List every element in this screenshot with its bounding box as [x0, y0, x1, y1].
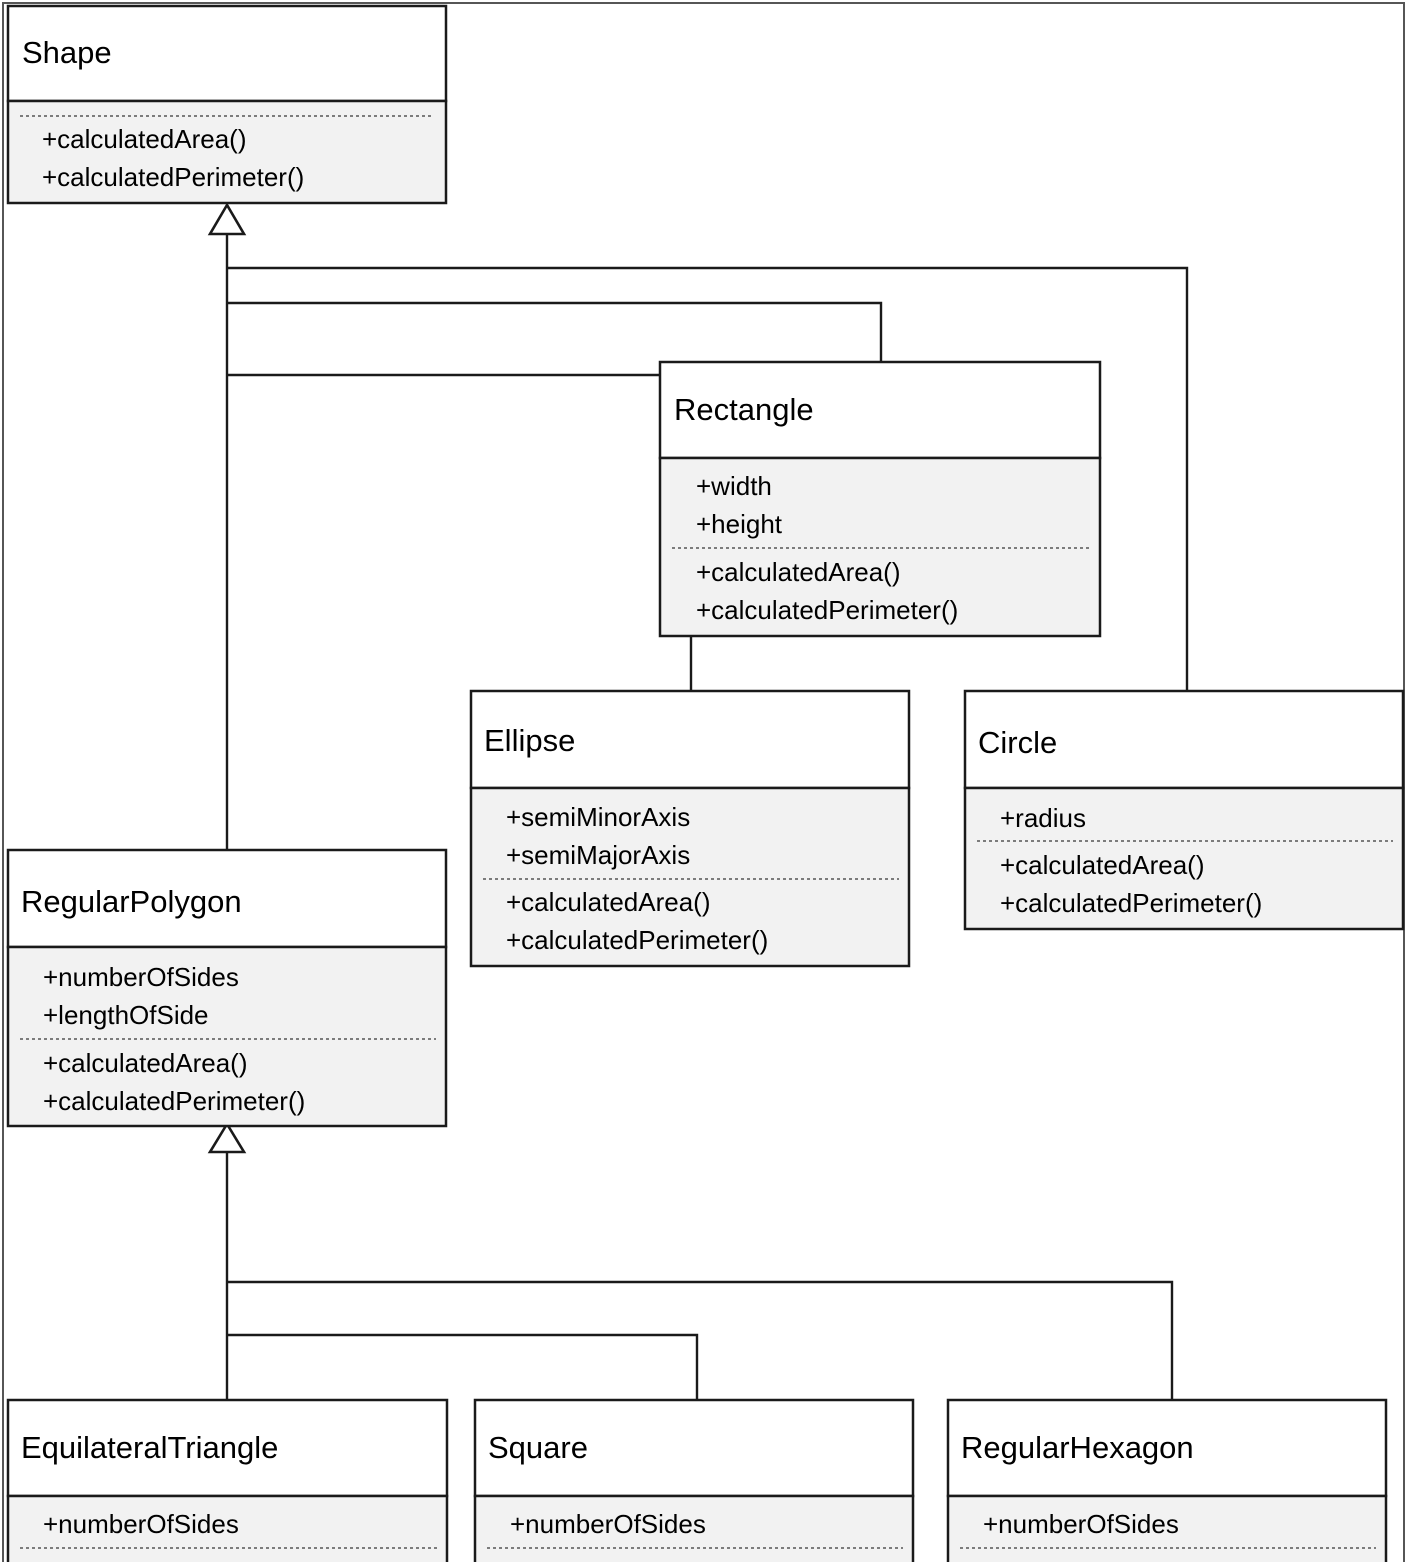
shape-class-name: Shape [22, 35, 112, 70]
class-box-square[interactable]: Square +numberOfSides [473, 1398, 915, 1562]
equilateraltriangle-attribute: +numberOfSides [43, 1509, 239, 1539]
shape-operation: +calculatedArea() [42, 124, 247, 154]
connector-regularpolygon-to-regularhexagon [227, 1280, 1174, 1400]
rectangle-class-name: Rectangle [674, 392, 814, 427]
generalization-arrowhead-shape [207, 202, 247, 236]
ellipse-attribute: +semiMinorAxis [506, 802, 690, 832]
regularpolygon-class-name: RegularPolygon [21, 884, 242, 919]
circle-class-name: Circle [978, 725, 1057, 760]
regularpolygon-operation: +calculatedPerimeter() [43, 1086, 305, 1116]
rectangle-attribute: +height [696, 509, 783, 539]
circle-operation: +calculatedArea() [1000, 850, 1205, 880]
class-box-regularpolygon[interactable]: RegularPolygon +numberOfSides +lengthOfS… [6, 848, 448, 1128]
circle-operation: +calculatedPerimeter() [1000, 888, 1262, 918]
connector-shape-to-rectangle [227, 301, 883, 362]
ellipse-class-name: Ellipse [484, 723, 575, 758]
regularpolygon-attribute: +numberOfSides [43, 962, 239, 992]
regularpolygon-operation: +calculatedArea() [43, 1048, 248, 1078]
circle-attribute: +radius [1000, 803, 1086, 833]
regularpolygon-attribute: +lengthOfSide [43, 1000, 209, 1030]
rectangle-operation: +calculatedArea() [696, 557, 901, 587]
rectangle-attribute: +width [696, 471, 772, 501]
shape-operation: +calculatedPerimeter() [42, 162, 304, 192]
regularhexagon-attribute: +numberOfSides [983, 1509, 1179, 1539]
equilateraltriangle-class-name: EquilateralTriangle [21, 1430, 278, 1465]
rectangle-operation: +calculatedPerimeter() [696, 595, 958, 625]
generalization-arrowhead-regularpolygon [207, 1121, 247, 1154]
class-box-rectangle[interactable]: Rectangle +width +height +calculatedArea… [658, 360, 1102, 638]
class-box-ellipse[interactable]: Ellipse +semiMinorAxis +semiMajorAxis +c… [469, 689, 911, 968]
connector-shape-to-ellipse [227, 373, 693, 690]
regularhexagon-class-name: RegularHexagon [961, 1430, 1194, 1465]
connector-regularpolygon-to-square [227, 1333, 699, 1400]
square-class-name: Square [488, 1430, 588, 1465]
ellipse-operation: +calculatedArea() [506, 887, 711, 917]
uml-class-diagram: Shape +calculatedArea() +calculatedPerim… [0, 0, 1407, 1562]
class-box-shape[interactable]: Shape +calculatedArea() +calculatedPerim… [6, 4, 448, 205]
class-box-circle[interactable]: Circle +radius +calculatedArea() +calcul… [963, 689, 1405, 931]
ellipse-operation: +calculatedPerimeter() [506, 925, 768, 955]
ellipse-attribute: +semiMajorAxis [506, 840, 690, 870]
square-attribute: +numberOfSides [510, 1509, 706, 1539]
class-box-regularhexagon[interactable]: RegularHexagon +numberOfSides [946, 1398, 1388, 1562]
class-box-equilateraltriangle[interactable]: EquilateralTriangle +numberOfSides [6, 1398, 449, 1562]
